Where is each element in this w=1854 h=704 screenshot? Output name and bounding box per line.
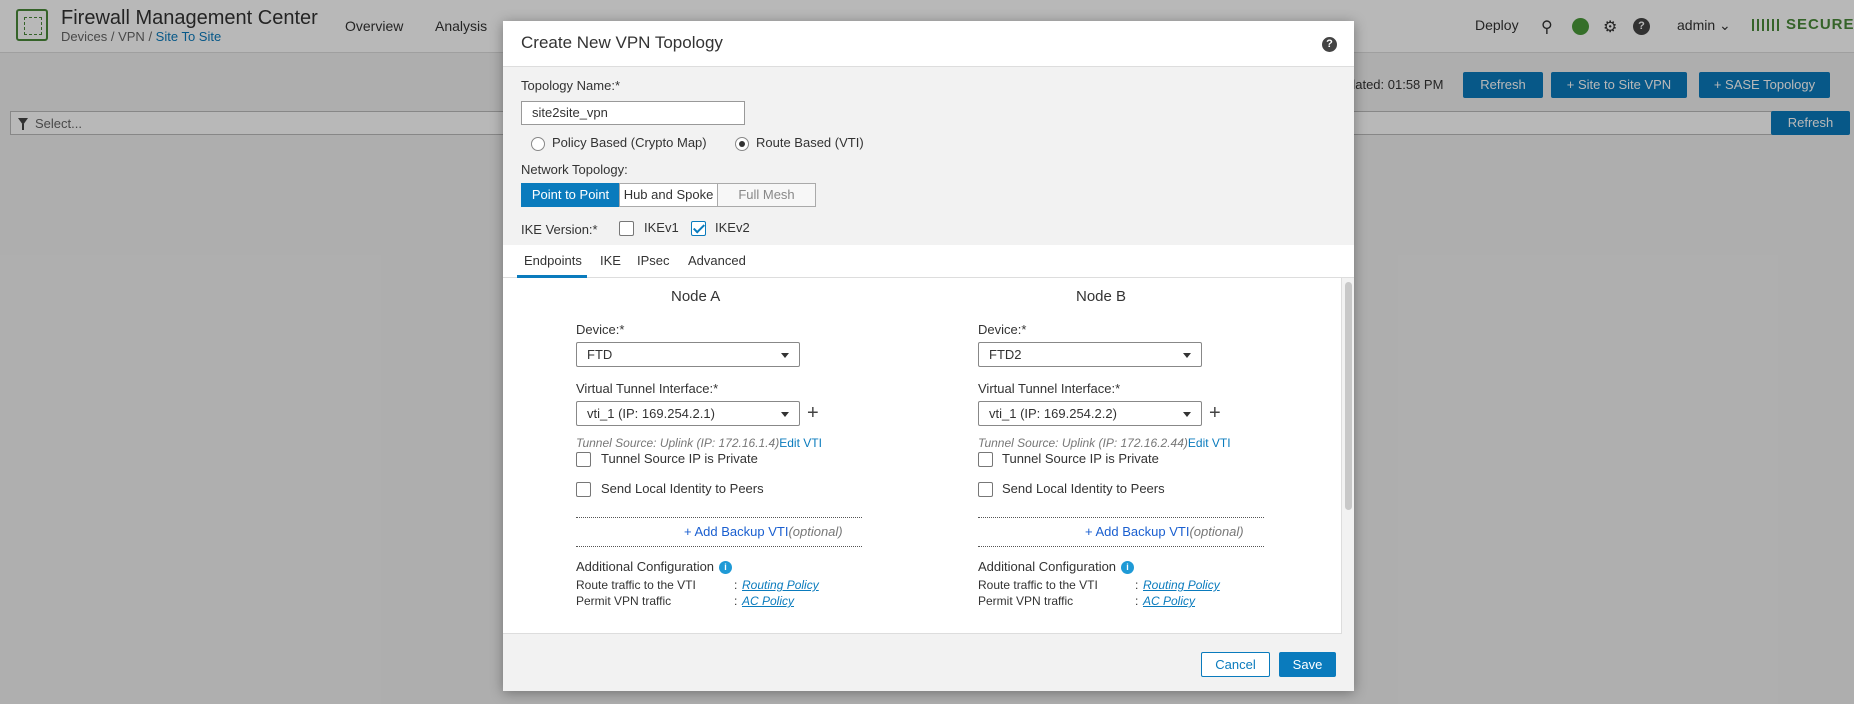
node-a-route-traffic-label: Route traffic to the VTI — [576, 578, 696, 592]
node-a-edit-vti-link[interactable]: Edit VTI — [779, 436, 822, 450]
node-b-tunnel-private-label: Tunnel Source IP is Private — [1002, 451, 1159, 466]
ikev2-label: IKEv2 — [715, 220, 750, 235]
topology-name-input[interactable]: site2site_vpn — [521, 101, 745, 125]
node-a-vti-label: Virtual Tunnel Interface:* — [576, 381, 719, 396]
divider — [978, 546, 1264, 547]
node-a-vti-select[interactable]: vti_1 (IP: 169.254.2.1) — [576, 401, 800, 426]
node-a-send-identity-label: Send Local Identity to Peers — [601, 481, 764, 496]
tab-advanced[interactable]: Advanced — [688, 253, 746, 268]
node-b-send-identity-label: Send Local Identity to Peers — [1002, 481, 1165, 496]
route-based-label: Route Based (VTI) — [756, 135, 864, 150]
node-b-send-identity-checkbox[interactable] — [978, 482, 993, 497]
colon-separator: : — [734, 594, 738, 608]
divider — [978, 517, 1264, 518]
policy-based-label: Policy Based (Crypto Map) — [552, 135, 707, 150]
colon-separator: : — [1135, 578, 1139, 592]
policy-based-radio[interactable] — [531, 137, 545, 151]
tab-ipsec[interactable]: IPsec — [637, 253, 670, 268]
node-a-tunnel-private-checkbox[interactable] — [576, 452, 591, 467]
node-a-tunnel-source: Tunnel Source: Uplink (IP: 172.16.1.4)Ed… — [576, 436, 822, 450]
colon-separator: : — [1135, 594, 1139, 608]
topology-name-label: Topology Name:* — [521, 78, 620, 93]
route-based-radio[interactable] — [735, 137, 749, 151]
node-b-additional-config-label: Additional Configuration — [978, 559, 1117, 574]
tab-ike[interactable]: IKE — [600, 253, 621, 268]
node-a-routing-policy-link[interactable]: Routing Policy — [742, 578, 819, 592]
full-mesh-option[interactable]: Full Mesh — [717, 183, 816, 207]
node-a-optional-label: (optional) — [788, 524, 843, 539]
dialog-header: Create New VPN Topology ? — [503, 21, 1354, 67]
create-vpn-topology-dialog: Create New VPN Topology ? Topology Name:… — [503, 21, 1354, 691]
node-b-vti-label: Virtual Tunnel Interface:* — [978, 381, 1121, 396]
node-a-device-value: FTD — [587, 347, 613, 362]
node-b-tunnel-source: Tunnel Source: Uplink (IP: 172.16.2.44)E… — [978, 436, 1231, 450]
ikev2-checkbox[interactable] — [691, 221, 706, 236]
ikev1-checkbox[interactable] — [619, 221, 634, 236]
hub-and-spoke-option[interactable]: Hub and Spoke — [619, 183, 718, 207]
node-b-device-label: Device:* — [978, 322, 1027, 337]
node-b-route-traffic-label: Route traffic to the VTI — [978, 578, 1098, 592]
node-a-vti-value: vti_1 (IP: 169.254.2.1) — [587, 406, 715, 421]
point-to-point-option[interactable]: Point to Point — [521, 183, 620, 207]
node-a-add-vti-icon[interactable]: + — [807, 403, 819, 423]
scrollbar-thumb[interactable] — [1345, 282, 1352, 510]
node-b-edit-vti-link[interactable]: Edit VTI — [1188, 436, 1231, 450]
colon-separator: : — [734, 578, 738, 592]
node-b-title: Node B — [1076, 288, 1127, 305]
node-b-optional-label: (optional) — [1189, 524, 1244, 539]
divider — [576, 517, 862, 518]
node-b-tunnel-private-checkbox[interactable] — [978, 452, 993, 467]
node-b-vti-select[interactable]: vti_1 (IP: 169.254.2.2) — [978, 401, 1202, 426]
node-b-vti-value: vti_1 (IP: 169.254.2.2) — [989, 406, 1117, 421]
node-a-tunnel-source-text: Tunnel Source: Uplink (IP: 172.16.1.4) — [576, 436, 780, 450]
node-a-device-select[interactable]: FTD — [576, 342, 800, 367]
node-a-title: Node A — [671, 288, 721, 305]
info-icon[interactable]: i — [719, 561, 732, 574]
dialog-title: Create New VPN Topology — [521, 33, 723, 52]
node-b-permit-vpn-label: Permit VPN traffic — [978, 594, 1074, 608]
tab-endpoints[interactable]: Endpoints — [524, 253, 582, 268]
chevron-down-icon — [781, 353, 789, 358]
cancel-button[interactable]: Cancel — [1201, 652, 1270, 677]
info-icon[interactable]: i — [1121, 561, 1134, 574]
ike-version-label: IKE Version:* — [521, 222, 598, 237]
dialog-help-icon[interactable]: ? — [1322, 37, 1337, 52]
node-a-tunnel-private-label: Tunnel Source IP is Private — [601, 451, 758, 466]
node-b-routing-policy-link[interactable]: Routing Policy — [1143, 578, 1220, 592]
save-button[interactable]: Save — [1279, 652, 1336, 677]
ikev1-label: IKEv1 — [644, 220, 679, 235]
chevron-down-icon — [1183, 353, 1191, 358]
network-topology-label: Network Topology: — [521, 162, 628, 177]
node-a-permit-vpn-label: Permit VPN traffic — [576, 594, 672, 608]
endpoints-panel: Node A Device:* FTD Virtual Tunnel Inter… — [503, 278, 1341, 634]
node-b-device-select[interactable]: FTD2 — [978, 342, 1202, 367]
divider — [576, 546, 862, 547]
content-scrollbar[interactable] — [1341, 278, 1354, 634]
chevron-down-icon — [781, 412, 789, 417]
node-a-additional-config-label: Additional Configuration — [576, 559, 715, 574]
tab-bar: Endpoints IKE IPsec Advanced — [503, 245, 1354, 278]
node-b-add-vti-icon[interactable]: + — [1209, 403, 1221, 423]
node-a-send-identity-checkbox[interactable] — [576, 482, 591, 497]
node-b-ac-policy-link[interactable]: AC Policy — [1143, 594, 1195, 608]
node-a-add-backup-label: + Add Backup VTI — [684, 524, 789, 539]
chevron-down-icon — [1183, 412, 1191, 417]
node-b-device-value: FTD2 — [989, 347, 1022, 362]
node-b-add-backup-label: + Add Backup VTI — [1085, 524, 1190, 539]
node-a-ac-policy-link[interactable]: AC Policy — [742, 594, 794, 608]
node-b-add-backup-vti-link[interactable]: + Add Backup VTI(optional) — [1085, 524, 1244, 539]
node-b-tunnel-source-text: Tunnel Source: Uplink (IP: 172.16.2.44) — [978, 436, 1188, 450]
node-a-device-label: Device:* — [576, 322, 625, 337]
node-a-add-backup-vti-link[interactable]: + Add Backup VTI(optional) — [684, 524, 843, 539]
